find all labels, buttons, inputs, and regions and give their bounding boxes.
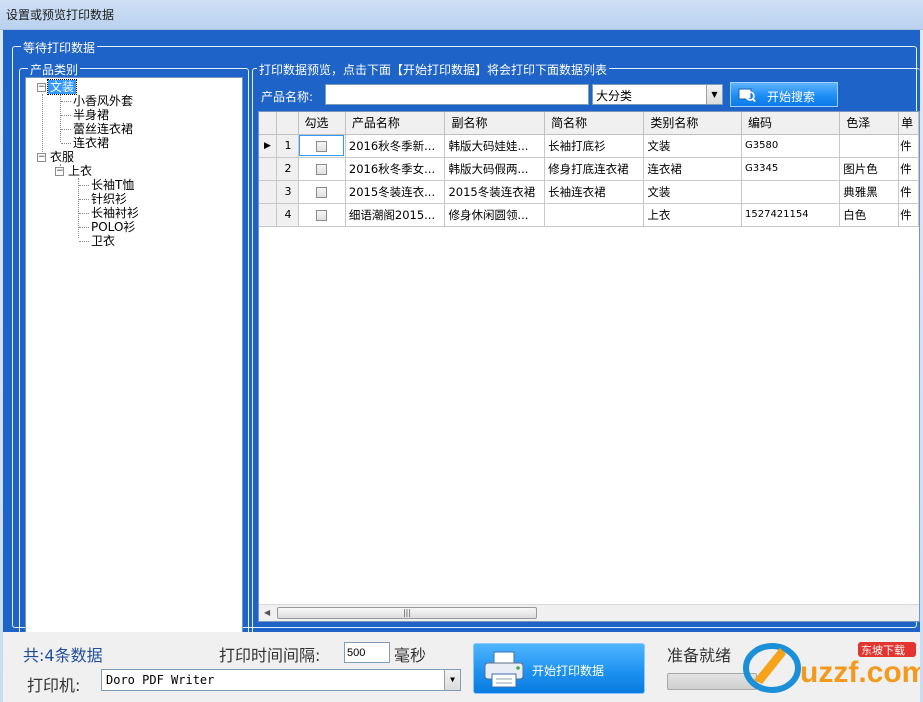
row-checkbox-cell[interactable] [298, 157, 346, 181]
chevron-down-icon[interactable]: ▼ [444, 670, 460, 690]
col-header-name[interactable]: 产品名称 [345, 112, 446, 135]
table-row[interactable]: 2 2016秋冬季女... 韩版大码假两... 修身打底连衣裙 连衣裙 G334… [259, 157, 919, 181]
printer-select[interactable]: Doro PDF Writer ▼ [101, 669, 461, 691]
bottom-bar: 共:4条数据 打印时间间隔: 毫秒 打印机: Doro PDF Writer ▼… [3, 632, 920, 702]
col-header-check[interactable]: 勾选 [298, 112, 346, 135]
row-checkbox-cell[interactable] [298, 134, 346, 158]
waiting-group-legend: 等待打印数据 [21, 39, 98, 56]
status-text: 准备就绪 [667, 646, 732, 665]
col-header-unit[interactable]: 单 [898, 112, 919, 135]
window-title: 设置或预览打印数据 [0, 0, 923, 30]
collapse-icon[interactable]: − [37, 83, 46, 92]
main-panel: 等待打印数据 产品类别 − 文装 小香风外套 半身裙 蕾丝连衣裙 连衣裙 − 衣服 … [3, 30, 920, 702]
col-header-color[interactable]: 色泽 [839, 112, 900, 135]
search-icon [738, 88, 756, 103]
scrollbar-thumb[interactable]: ||| [277, 607, 537, 619]
product-name-input[interactable] [325, 84, 589, 105]
row-checkbox[interactable] [316, 163, 328, 175]
table-row[interactable]: 4 细语潮阁2015... 修身休闲圆领... 上衣 1527421154 白色… [259, 203, 919, 227]
svg-text:东坡下载: 东坡下载 [861, 644, 905, 657]
row-checkbox[interactable] [316, 140, 328, 152]
table-row[interactable]: ▶ 1 2016秋冬季新... 韩版大码娃娃... 长袖打底衫 文装 G3580… [259, 134, 919, 158]
scroll-left-icon[interactable]: ◀ [264, 608, 270, 617]
interval-unit: 毫秒 [394, 646, 427, 665]
row-checkbox-cell[interactable] [298, 203, 346, 227]
interval-input[interactable] [344, 642, 390, 663]
row-checkbox-cell[interactable] [298, 180, 346, 204]
total-count: 共:4条数据 [23, 646, 103, 665]
data-grid[interactable]: 勾选 产品名称 副名称 简名称 类别名称 编码 色泽 单 ▶ 1 2016秋冬季… [258, 111, 920, 622]
col-header-category[interactable]: 类别名称 [643, 112, 742, 135]
collapse-icon[interactable]: − [55, 167, 64, 176]
category-group-legend: 产品类别 [28, 61, 81, 78]
tree-node-dress[interactable]: 连衣裙 [71, 136, 111, 150]
current-row-pointer-icon: ▶ [259, 134, 277, 158]
collapse-icon[interactable]: − [37, 153, 46, 162]
tree-node-jacket[interactable]: 小香风外套 [71, 94, 135, 108]
horizontal-scrollbar[interactable]: ◀ ||| [259, 604, 919, 621]
preview-group-legend: 打印数据预览，点击下面【开始打印数据】将会打印下面数据列表 [257, 61, 610, 78]
grid-corner [259, 112, 277, 135]
category-tree[interactable]: − 文装 小香风外套 半身裙 蕾丝连衣裙 连衣裙 − 衣服 − 上衣 长袖T恤 针织衫… [25, 77, 243, 659]
tree-node-knitwear[interactable]: 针织衫 [89, 192, 129, 206]
col-header-subname[interactable]: 副名称 [444, 112, 546, 135]
row-checkbox[interactable] [316, 186, 328, 198]
uzzf-logo: uzzf.com 东坡下载 [743, 642, 920, 693]
product-name-label: 产品名称: [261, 90, 314, 104]
chevron-down-icon[interactable]: ▼ [706, 85, 722, 104]
tree-node-long-tee[interactable]: 长袖T恤 [89, 178, 136, 192]
col-header-short[interactable]: 简名称 [544, 112, 645, 135]
tree-node-tops[interactable]: − 上衣 [55, 164, 94, 178]
svg-text:uzzf.com: uzzf.com [800, 656, 920, 689]
printer-icon [484, 651, 524, 688]
tree-node-lace-dress[interactable]: 蕾丝连衣裙 [71, 122, 135, 136]
printer-label: 打印机: [27, 676, 81, 695]
interval-label: 打印时间间隔: [219, 646, 321, 665]
tree-node-polo[interactable]: POLO衫 [89, 220, 137, 234]
tree-node-skirt[interactable]: 半身裙 [71, 108, 111, 122]
table-row[interactable]: 3 2015冬装连衣... 2015冬装连衣裙 长袖连衣裙 文装 典雅黑 件 [259, 180, 919, 204]
category-select[interactable]: 大分类 ▼ [592, 84, 723, 105]
tree-node-womenswear[interactable]: − 文装 [37, 79, 78, 95]
row-checkbox[interactable] [316, 209, 328, 221]
col-header-code[interactable]: 编码 [741, 112, 841, 135]
start-print-button[interactable]: 开始打印数据 [473, 643, 645, 694]
search-button[interactable]: 开始搜索 [730, 82, 838, 107]
tree-node-long-shirt[interactable]: 长袖衬衫 [89, 206, 141, 220]
tree-node-clothes[interactable]: − 衣服 [37, 150, 76, 164]
tree-node-hoodie[interactable]: 卫衣 [89, 234, 117, 248]
